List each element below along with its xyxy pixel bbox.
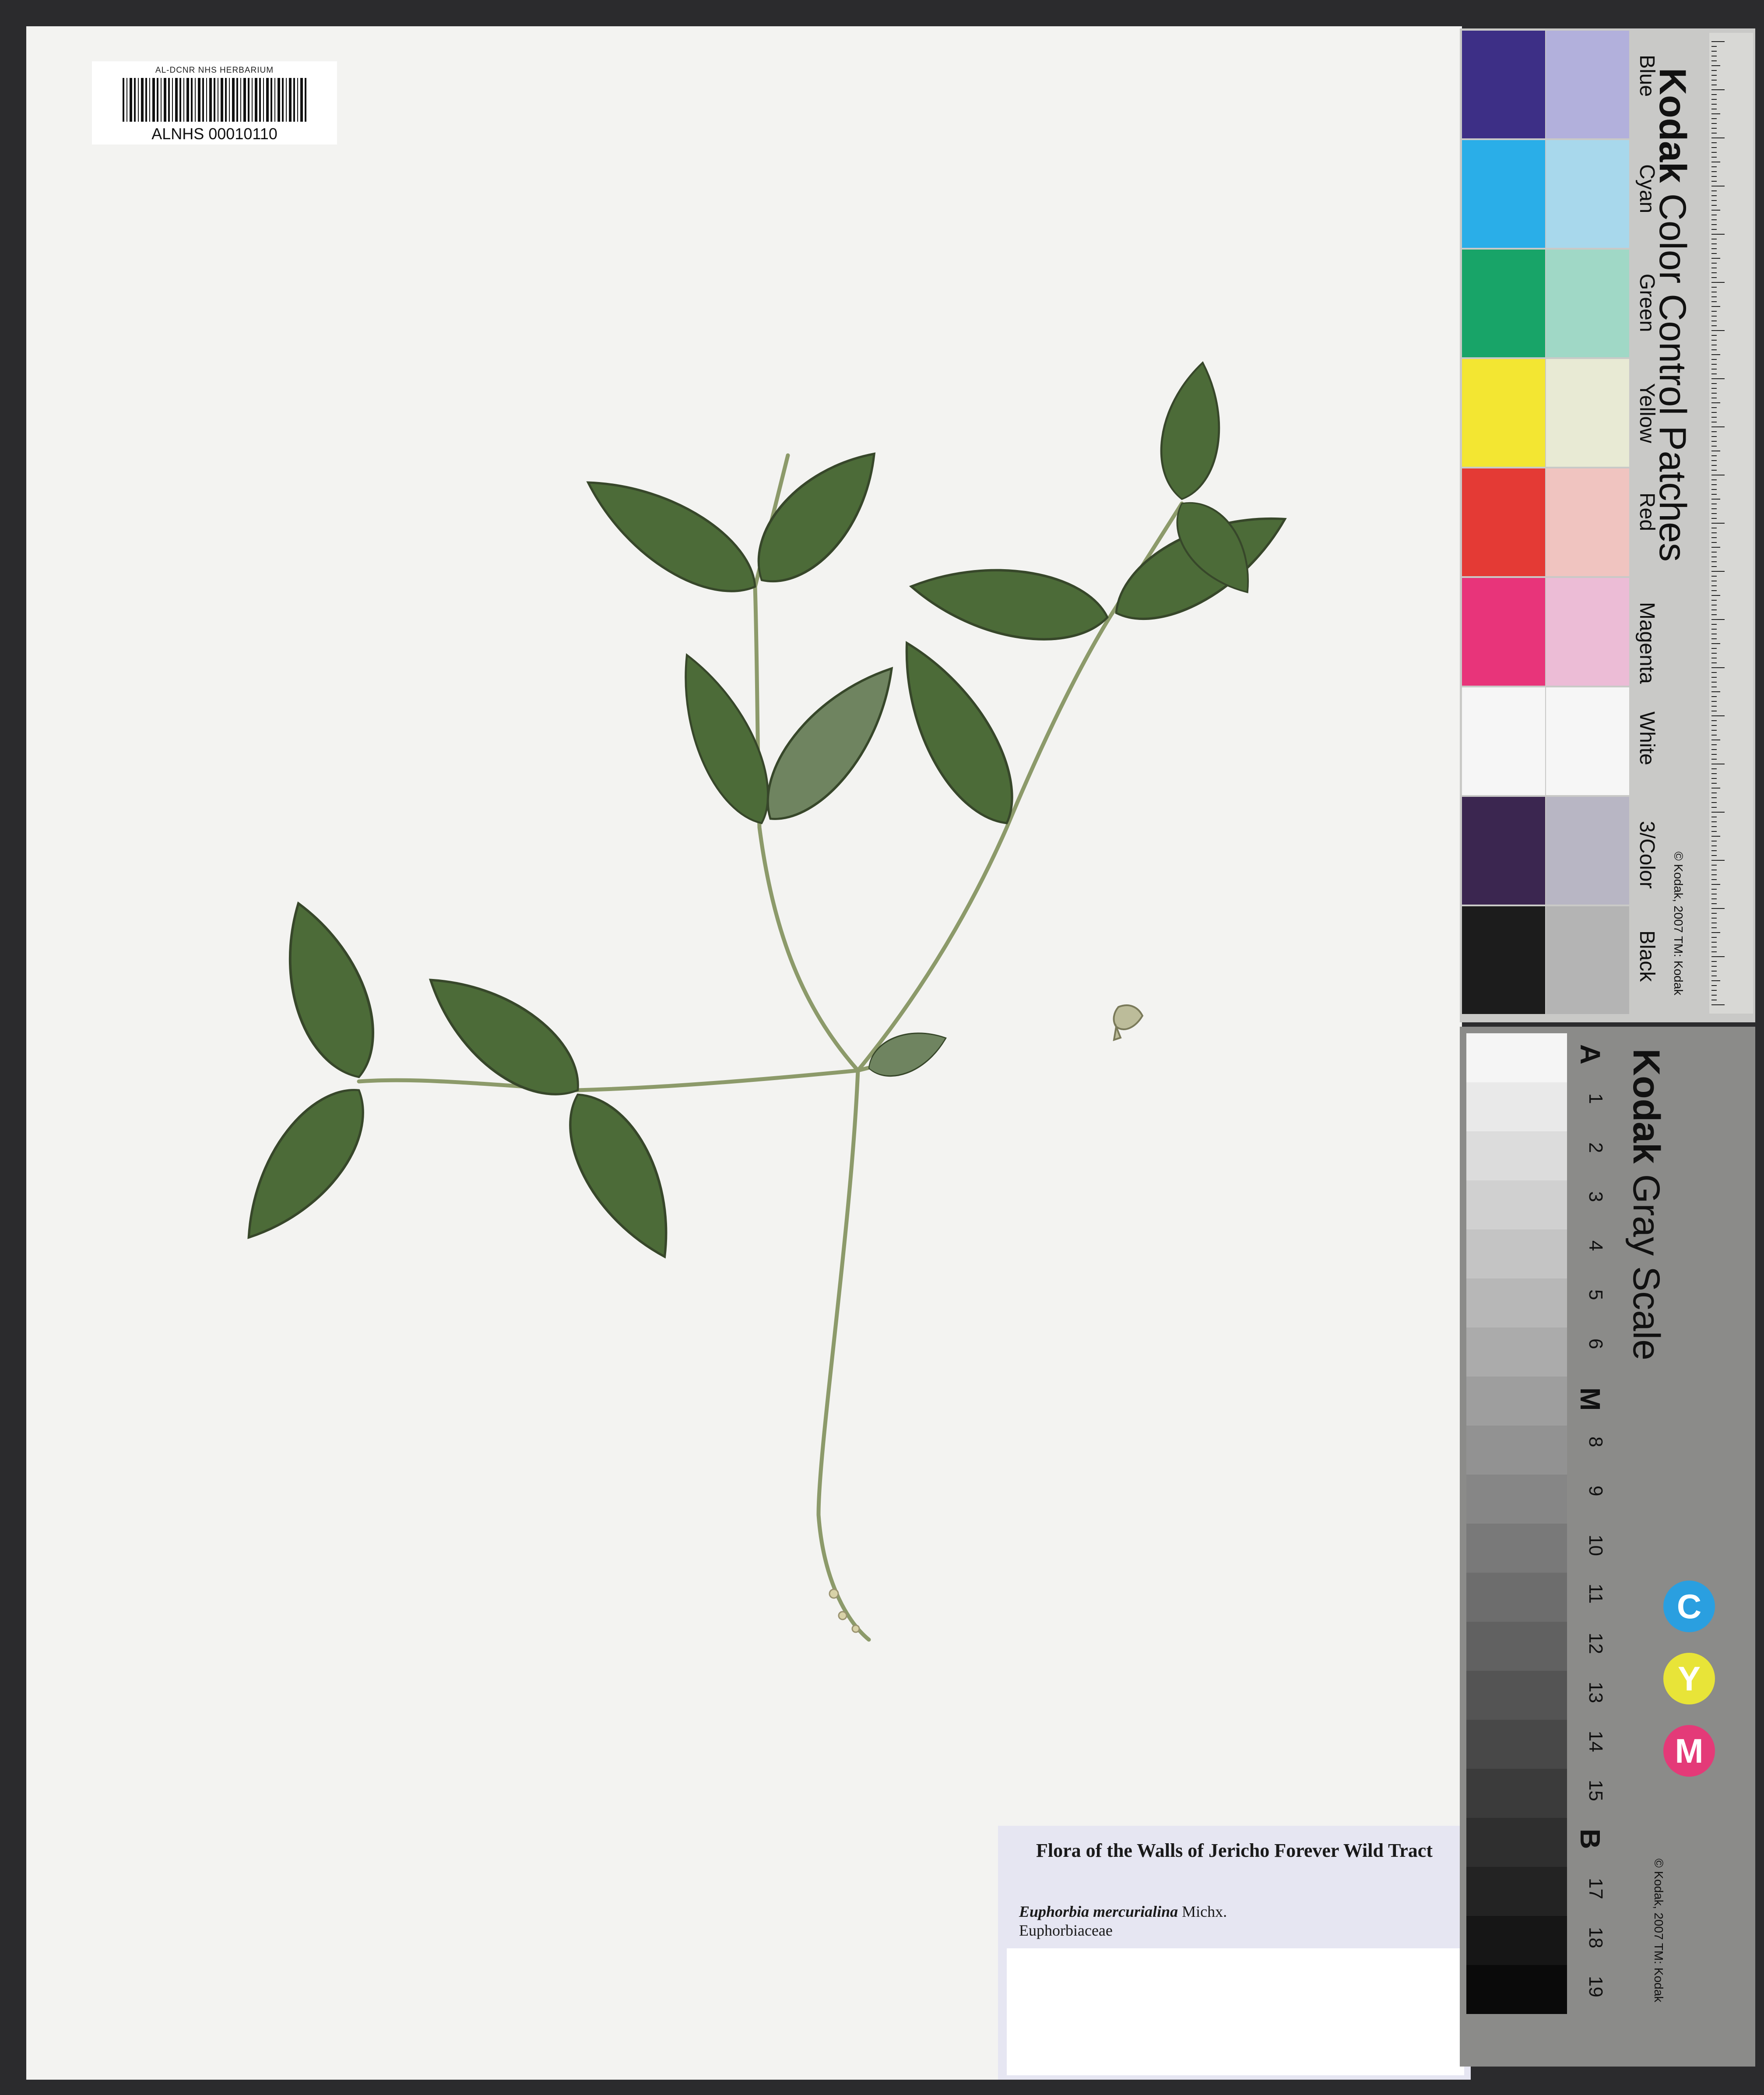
gray-step-label: 10: [1585, 1535, 1606, 1556]
gray-step: [1466, 1082, 1567, 1131]
gray-step-label: 19: [1585, 1976, 1606, 1997]
gray-step-label: 11: [1585, 1584, 1606, 1604]
ruler-ticks: [1711, 41, 1725, 1005]
gray-step: [1466, 1867, 1567, 1916]
gray-step: [1466, 1720, 1567, 1769]
gray-step-label: 17: [1585, 1878, 1606, 1899]
loose-fragment: [1113, 1004, 1144, 1041]
taxon-author: Michx.: [1182, 1903, 1227, 1920]
patch-cyan-light: [1546, 140, 1629, 248]
gray-step: [1466, 1180, 1567, 1229]
patch-white-light: [1546, 687, 1629, 795]
gray-step: [1466, 1818, 1567, 1867]
gray-step-label: M: [1574, 1387, 1606, 1411]
patch-magenta-light: [1546, 578, 1629, 686]
scientific-name-line: Euphorbia mercurialina Michx.: [1019, 1902, 1227, 1921]
patch-green-light: [1546, 250, 1629, 357]
cym-y-marker: Y: [1663, 1653, 1715, 1704]
cym-m-marker: M: [1663, 1725, 1715, 1777]
gray-step: [1466, 1229, 1567, 1278]
patch-blue-dark: [1462, 31, 1545, 138]
gray-step: [1466, 1916, 1567, 1965]
gray-step: [1466, 1278, 1567, 1327]
gray-step: [1466, 1524, 1567, 1573]
specimen-label: Flora of the Walls of Jericho Forever Wi…: [998, 1826, 1471, 2080]
gray-step-label: 12: [1585, 1633, 1606, 1654]
gray-step-label: 8: [1585, 1437, 1606, 1447]
patch-magenta-dark: [1462, 578, 1545, 686]
gray-step-label: 9: [1585, 1486, 1606, 1496]
plant-specimen: [26, 26, 1462, 1642]
patch-yellow-light: [1546, 359, 1629, 467]
patch-green-dark: [1462, 250, 1545, 357]
gray-step-label: 6: [1585, 1338, 1606, 1349]
patch-label: Blue: [1635, 55, 1659, 97]
cym-c-marker: C: [1663, 1581, 1715, 1632]
patch-label: White: [1635, 711, 1659, 765]
patch-cyan-dark: [1462, 140, 1545, 248]
gray-step-label: 13: [1585, 1682, 1606, 1703]
patch-label: Cyan: [1635, 164, 1659, 214]
gray-step-label: 15: [1585, 1780, 1606, 1801]
patch-3color-light: [1546, 797, 1629, 905]
patch-label: Yellow: [1635, 383, 1659, 443]
gray-step-label: 14: [1585, 1731, 1606, 1752]
patch-black-dark: [1462, 906, 1545, 1014]
collection-title: Flora of the Walls of Jericho Forever Wi…: [1036, 1840, 1433, 1861]
color-card-copyright: © Kodak, 2007 TM: Kodak: [1672, 852, 1685, 996]
patch-red-dark: [1462, 468, 1545, 576]
gray-step-label: B: [1574, 1829, 1606, 1849]
gray-card-copyright: © Kodak, 2007 TM: Kodak: [1652, 1859, 1666, 2003]
patch-label: Green: [1635, 274, 1659, 332]
gray-step-label: 5: [1585, 1289, 1606, 1300]
patch-blue-light: [1546, 31, 1629, 138]
gray-step: [1466, 1475, 1567, 1524]
gray-step: [1466, 1131, 1567, 1180]
patch-white-dark: [1462, 687, 1545, 795]
patch-3color-dark: [1462, 797, 1545, 905]
gray-step: [1466, 1327, 1567, 1377]
patch-label: 3/Color: [1635, 821, 1659, 889]
patch-red-light: [1546, 468, 1629, 576]
gray-step: [1466, 1033, 1567, 1082]
gray-step: [1466, 1622, 1567, 1671]
gray-step-label: 1: [1585, 1093, 1606, 1104]
ruler: [1709, 33, 1753, 1014]
gray-step: [1466, 1671, 1567, 1720]
gray-card-title: Kodak Gray Scale: [1625, 1049, 1667, 1361]
family-name: Euphorbiaceae: [1019, 1922, 1113, 1939]
patch-black-light: [1546, 906, 1629, 1014]
patch-yellow-dark: [1462, 359, 1545, 467]
kodak-gray-scale: Kodak Gray Scale A 1 2 3 4 5 6 M 8 9 10 11 12 13 14 15 B…: [1460, 1027, 1755, 2067]
gray-step: [1466, 1573, 1567, 1622]
gray-step: [1466, 1426, 1567, 1475]
herbarium-sheet: AL-DCNR NHS HERBARIUM ALNHS 00010110 Flo…: [26, 26, 1471, 2080]
gray-step-label: 18: [1585, 1927, 1606, 1948]
gray-step: [1466, 1377, 1567, 1426]
patch-label: Black: [1635, 930, 1659, 982]
gray-step: [1466, 1965, 1567, 2014]
gray-step: [1466, 1769, 1567, 1818]
gray-step-label: 3: [1585, 1191, 1606, 1202]
gray-step-label: A: [1574, 1044, 1606, 1065]
gray-step-label: 2: [1585, 1142, 1606, 1153]
patch-label: Magenta: [1635, 602, 1659, 684]
label-blank-area: [1007, 1948, 1464, 2075]
scientific-name: Euphorbia mercurialina: [1019, 1903, 1178, 1920]
gray-step-label: 4: [1585, 1240, 1606, 1251]
patch-label: Red: [1635, 493, 1659, 532]
